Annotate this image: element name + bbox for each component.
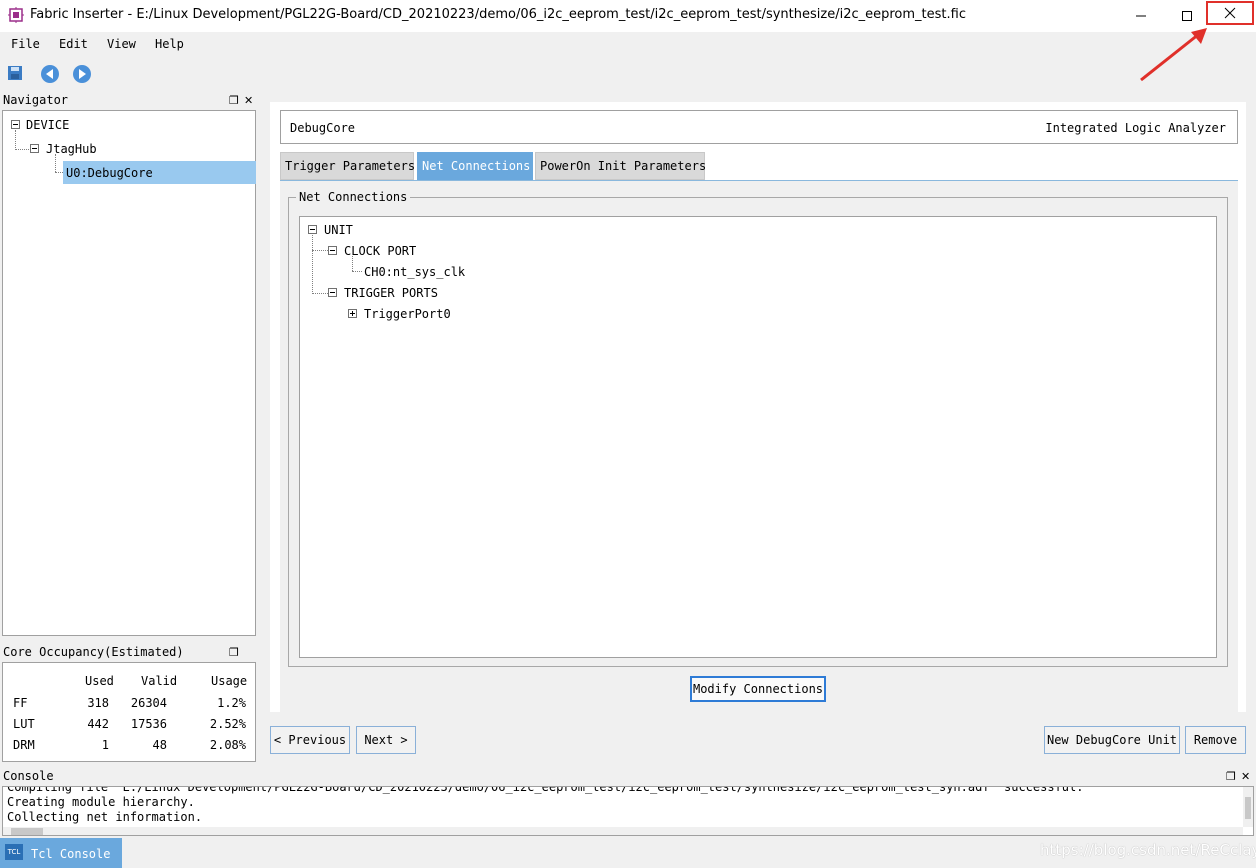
occupancy-table: Used Valid Usage FF 318 26304 1.2% LUT 4… <box>2 662 256 762</box>
watermark: https://blog.csdn.net/ReCclay <box>1040 841 1256 859</box>
row-label: FF <box>13 696 28 710</box>
console-output[interactable]: Compiling file 'E:/Linux Development/PGL… <box>2 786 1254 836</box>
vertical-scrollbar[interactable] <box>1243 787 1253 827</box>
console-line: Compiling file 'E:/Linux Development/PGL… <box>7 786 1084 794</box>
occupancy-header: Core Occupancy(Estimated) ❐ <box>3 645 257 663</box>
restore-icon[interactable]: ❐ <box>229 94 239 107</box>
panel-close-icon[interactable]: ✕ <box>1241 770 1250 783</box>
console-line: Collecting net information. <box>7 810 203 824</box>
back-icon[interactable] <box>40 64 60 87</box>
next-button[interactable]: Next > <box>356 726 416 754</box>
row-label: DRM <box>13 738 35 752</box>
tree-node-triggerport0[interactable]: TriggerPort0 <box>364 307 451 321</box>
cell-used: 1 <box>101 738 109 752</box>
collapse-icon[interactable] <box>11 120 20 129</box>
horizontal-scrollbar[interactable] <box>3 827 1243 835</box>
title-bar: Fabric Inserter - E:/Linux Development/P… <box>0 0 1256 32</box>
tree-node-device[interactable]: DEVICE <box>26 118 69 132</box>
tcl-icon: TCL <box>5 844 23 860</box>
core-header: DebugCore Integrated Logic Analyzer <box>280 110 1238 144</box>
save-icon[interactable] <box>8 66 22 83</box>
tcl-console-label: Tcl Console <box>31 847 111 861</box>
menu-help[interactable]: Help <box>155 37 184 51</box>
new-debugcore-unit-button[interactable]: New DebugCore Unit <box>1044 726 1180 754</box>
collapse-icon[interactable] <box>328 288 337 297</box>
net-connections-tree: UNIT CLOCK PORT CH0:nt_sys_clk TRIGGER P… <box>299 216 1217 658</box>
tree-node-clock-port[interactable]: CLOCK PORT <box>344 244 416 258</box>
tree-node-debugcore-selected[interactable]: U0:DebugCore <box>63 161 256 184</box>
window-title: Fabric Inserter - E:/Linux Development/P… <box>30 7 966 22</box>
tcl-console-tab[interactable]: TCL Tcl Console <box>0 838 122 868</box>
scrollbar-thumb[interactable] <box>1245 797 1251 819</box>
tree-node-trigger-ports[interactable]: TRIGGER PORTS <box>344 286 438 300</box>
tree-node-unit[interactable]: UNIT <box>324 223 353 237</box>
core-type: Integrated Logic Analyzer <box>1045 121 1226 135</box>
menu-edit[interactable]: Edit <box>59 37 88 51</box>
cell-valid: 48 <box>152 738 167 752</box>
previous-button[interactable]: < Previous <box>270 726 350 754</box>
scrollbar-thumb[interactable] <box>11 828 43 835</box>
cell-usage: 1.2% <box>217 696 246 710</box>
row-label: LUT <box>13 717 35 731</box>
col-header-used: Used <box>85 674 114 688</box>
tree-node-ch0-clk[interactable]: CH0:nt_sys_clk <box>364 265 465 279</box>
modify-connections-button[interactable]: Modify Connections <box>690 676 826 702</box>
cell-usage: 2.08% <box>209 738 246 752</box>
collapse-icon[interactable] <box>328 246 337 255</box>
navigator-title: Navigator <box>3 93 69 107</box>
tree-node-debugcore-label: U0:DebugCore <box>66 166 153 180</box>
menu-view[interactable]: View <box>107 37 136 51</box>
cell-used: 318 <box>87 696 109 710</box>
navigator-header: Navigator ❐ ✕ <box>3 93 257 111</box>
collapse-icon[interactable] <box>308 225 317 234</box>
col-header-usage: Usage <box>211 674 248 688</box>
panel-close-icon[interactable]: ✕ <box>244 94 253 107</box>
cell-valid: 17536 <box>130 717 167 731</box>
remove-button[interactable]: Remove <box>1185 726 1246 754</box>
forward-icon[interactable] <box>72 64 92 87</box>
group-label: Net Connections <box>296 190 411 204</box>
tab-net-connections[interactable]: Net Connections <box>417 152 533 180</box>
restore-icon[interactable]: ❐ <box>229 646 239 659</box>
console-line: Creating module hierarchy. <box>7 795 195 809</box>
tab-trigger-parameters[interactable]: Trigger Parameters <box>280 152 415 180</box>
col-header-valid: Valid <box>141 674 178 688</box>
console-title: Console <box>3 769 54 783</box>
console-header: Console ❐ ✕ <box>3 769 1253 787</box>
menu-bar: File Edit View Help <box>0 32 1256 56</box>
cell-used: 442 <box>87 717 109 731</box>
cell-valid: 26304 <box>130 696 167 710</box>
collapse-icon[interactable] <box>30 144 39 153</box>
tab-poweron-init-parameters[interactable]: PowerOn Init Parameters <box>535 152 706 180</box>
toolbar <box>0 58 1256 88</box>
core-name: DebugCore <box>290 121 356 135</box>
menu-file[interactable]: File <box>11 37 40 51</box>
fabric-inserter-app-icon <box>8 7 24 23</box>
occupancy-title: Core Occupancy(Estimated) <box>3 645 184 659</box>
navigator-tree: DEVICE JtagHub U0:DebugCore <box>2 110 256 636</box>
restore-icon[interactable]: ❐ <box>1226 770 1236 783</box>
cell-usage: 2.52% <box>209 717 246 731</box>
tree-node-jtaghub[interactable]: JtagHub <box>46 142 97 156</box>
close-icon <box>1224 7 1236 19</box>
expand-icon[interactable] <box>348 309 357 318</box>
